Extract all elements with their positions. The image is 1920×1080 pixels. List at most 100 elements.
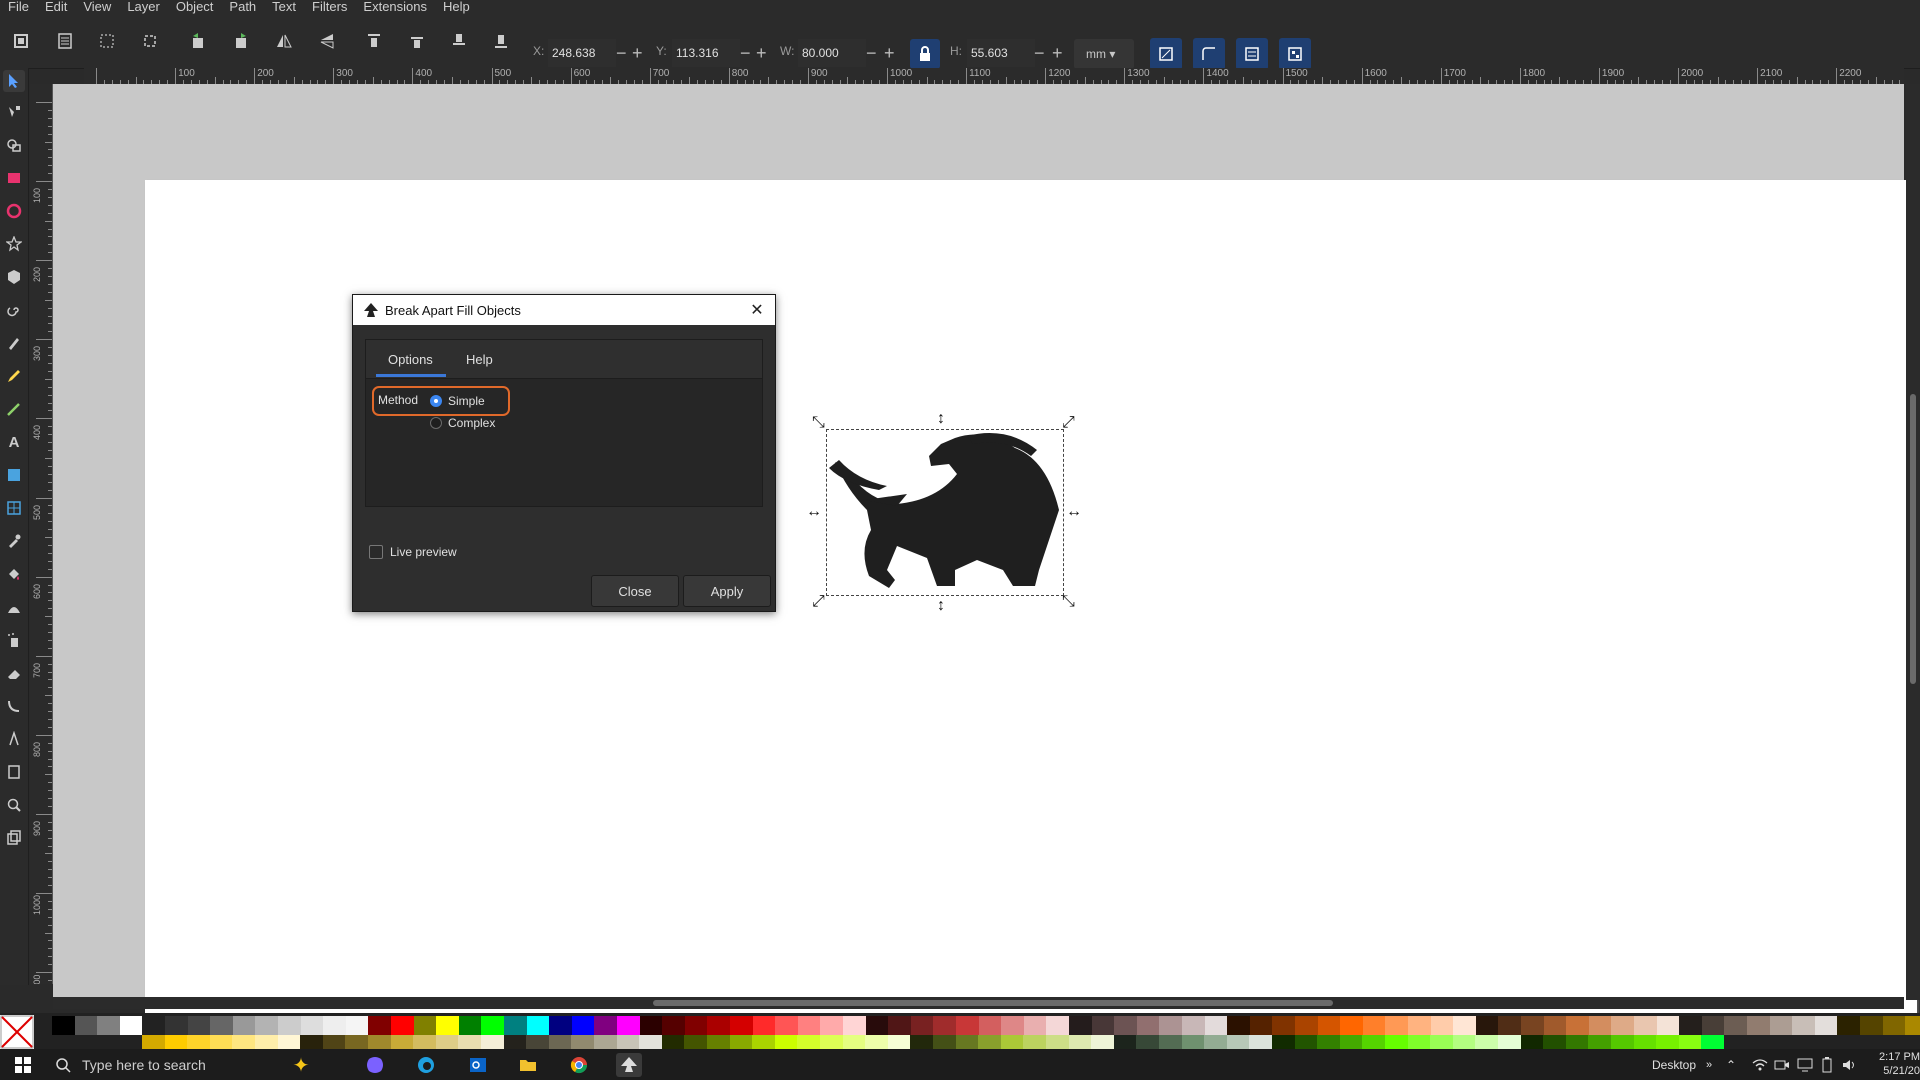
lock-proportions-button[interactable]	[910, 39, 940, 69]
flip-vertical-icon[interactable]	[312, 26, 342, 56]
color-swatch[interactable]	[887, 1035, 911, 1049]
color-swatch[interactable]	[255, 1035, 278, 1049]
color-swatch[interactable]	[933, 1035, 956, 1049]
y-field[interactable]: 113.316	[672, 39, 740, 67]
color-swatch[interactable]	[413, 1035, 436, 1049]
dropper-tool-icon[interactable]	[3, 530, 25, 552]
color-swatch[interactable]	[1543, 1035, 1566, 1049]
color-swatch[interactable]	[1430, 1016, 1454, 1035]
color-swatch[interactable]	[1814, 1016, 1838, 1035]
color-swatch[interactable]	[1498, 1035, 1521, 1049]
w-increment-icon[interactable]: +	[884, 39, 895, 67]
desktop-chevron-icon[interactable]: »	[1706, 1049, 1712, 1080]
connector-tool-icon[interactable]	[3, 695, 25, 717]
copilot-icon[interactable]	[362, 1053, 388, 1077]
color-swatch[interactable]	[435, 1035, 459, 1049]
pages-tool-icon[interactable]	[3, 761, 25, 783]
live-preview-checkbox[interactable]	[369, 545, 383, 559]
rotate-cw-icon[interactable]	[226, 26, 256, 56]
color-swatch[interactable]	[865, 1016, 889, 1035]
apply-button[interactable]: Apply	[683, 575, 771, 607]
no-paint-swatch[interactable]	[0, 1015, 34, 1049]
color-swatch[interactable]	[955, 1035, 979, 1049]
h-field[interactable]: 55.603	[967, 39, 1035, 67]
color-swatch[interactable]	[1905, 1016, 1920, 1035]
menu-file[interactable]: File	[0, 0, 37, 14]
color-swatch[interactable]	[391, 1016, 414, 1035]
color-swatch[interactable]	[345, 1016, 369, 1035]
color-swatch[interactable]	[684, 1035, 707, 1049]
vertical-scroll-thumb[interactable]	[1910, 394, 1916, 684]
pages-panel-icon[interactable]	[3, 827, 25, 849]
color-swatch[interactable]	[1046, 1035, 1069, 1049]
taskbar-search[interactable]: Type here to search	[54, 1049, 274, 1080]
color-swatch[interactable]	[1068, 1035, 1092, 1049]
transform-patterns-button[interactable]	[1279, 38, 1311, 70]
color-swatch[interactable]	[1588, 1035, 1611, 1049]
flip-horizontal-icon[interactable]	[269, 26, 299, 56]
radio-complex[interactable]	[430, 417, 442, 429]
chrome-icon[interactable]	[566, 1053, 592, 1077]
menu-object[interactable]: Object	[168, 0, 222, 14]
menu-view[interactable]: View	[75, 0, 119, 14]
color-swatch[interactable]	[797, 1016, 821, 1035]
color-swatch[interactable]	[1407, 1035, 1431, 1049]
color-swatch[interactable]	[1543, 1016, 1567, 1035]
radio-simple[interactable]	[430, 395, 442, 407]
color-swatch[interactable]	[978, 1035, 1001, 1049]
resize-handle-nw-icon[interactable]: ⤡	[812, 415, 825, 431]
color-swatch[interactable]	[300, 1016, 324, 1035]
color-swatch[interactable]	[322, 1035, 346, 1049]
tray-chevron-up-icon[interactable]: ⌃	[1726, 1049, 1736, 1080]
color-swatch[interactable]	[1452, 1035, 1476, 1049]
color-swatch[interactable]	[458, 1016, 482, 1035]
color-swatch[interactable]	[1046, 1016, 1069, 1035]
color-swatch[interactable]	[1724, 1016, 1747, 1035]
color-swatch[interactable]	[1091, 1035, 1114, 1049]
color-swatch[interactable]	[1227, 1016, 1250, 1035]
live-preview-label[interactable]: Live preview	[390, 545, 457, 559]
color-swatch[interactable]	[752, 1016, 776, 1035]
color-swatch[interactable]	[232, 1016, 256, 1035]
color-swatch[interactable]	[639, 1016, 663, 1035]
color-swatch[interactable]	[1882, 1016, 1906, 1035]
color-swatch[interactable]	[662, 1016, 685, 1035]
color-swatch[interactable]	[187, 1016, 211, 1035]
select-all-layers-icon[interactable]	[50, 26, 80, 56]
close-button[interactable]: Close	[591, 575, 679, 607]
color-swatch[interactable]	[752, 1035, 775, 1049]
selector-tool-icon[interactable]	[3, 70, 25, 92]
ellipse-tool-icon[interactable]	[3, 200, 25, 222]
radio-simple-label[interactable]: Simple	[448, 394, 485, 408]
desktop-toolbar-label[interactable]: Desktop	[1652, 1049, 1696, 1080]
zoom-tool-icon[interactable]	[3, 794, 25, 816]
color-swatch[interactable]	[119, 1016, 143, 1035]
color-swatch[interactable]	[684, 1016, 708, 1035]
color-swatch[interactable]	[1159, 1016, 1182, 1035]
color-swatch[interactable]	[661, 1035, 685, 1049]
color-swatch[interactable]	[345, 1035, 368, 1049]
color-swatch[interactable]	[278, 1016, 301, 1035]
windows-start-icon[interactable]	[10, 1053, 36, 1077]
paint-bucket-icon[interactable]	[3, 563, 25, 585]
x-field[interactable]: 248.638	[548, 39, 616, 67]
color-swatch[interactable]	[1091, 1016, 1115, 1035]
color-swatch[interactable]	[1408, 1016, 1431, 1035]
rotate-ccw-icon[interactable]	[183, 26, 213, 56]
color-swatch[interactable]	[1498, 1016, 1521, 1035]
menu-edit[interactable]: Edit	[37, 0, 75, 14]
color-swatch[interactable]	[888, 1016, 911, 1035]
deselect-icon[interactable]	[92, 26, 122, 56]
color-swatch[interactable]	[594, 1035, 617, 1049]
rectangle-tool-icon[interactable]	[3, 167, 25, 189]
color-swatch[interactable]	[1430, 1035, 1453, 1049]
color-swatch[interactable]	[1181, 1035, 1205, 1049]
color-swatch[interactable]	[1611, 1016, 1634, 1035]
color-swatch[interactable]	[1701, 1035, 1724, 1049]
color-swatch[interactable]	[707, 1035, 730, 1049]
color-swatch[interactable]	[1069, 1016, 1092, 1035]
color-swatch[interactable]	[956, 1016, 979, 1035]
color-swatch[interactable]	[1633, 1035, 1657, 1049]
color-swatch[interactable]	[277, 1035, 301, 1049]
eraser-tool-icon[interactable]	[3, 662, 25, 684]
